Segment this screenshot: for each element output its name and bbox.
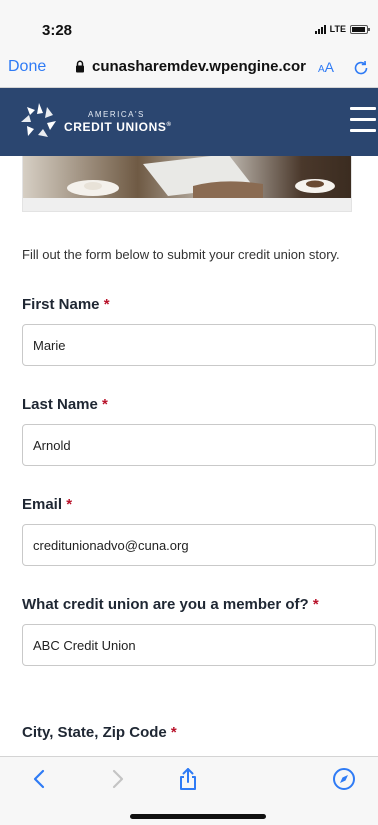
email-input[interactable] [23, 525, 375, 565]
done-button[interactable]: Done [8, 58, 46, 76]
site-header: AMERICA'S CREDIT UNIONS® [0, 88, 378, 156]
share-icon[interactable] [176, 767, 200, 791]
battery-icon [350, 24, 370, 34]
email-label: Email * [22, 496, 72, 513]
status-bar: 3:28 LTE [0, 0, 378, 48]
browser-toolbar [0, 756, 378, 825]
status-indicators: LTE [314, 24, 370, 34]
credit-union-input[interactable] [23, 625, 375, 665]
credit-union-label: What credit union are you a member of? * [22, 596, 319, 613]
browser-url-bar: Done cunasharemdev.wpengine.cor AA [0, 48, 378, 88]
city-state-zip-label-text: City, State, Zip Code [22, 724, 167, 741]
logo-line-1: AMERICA'S [88, 110, 145, 119]
compass-icon[interactable] [332, 767, 356, 791]
last-name-label: Last Name * [22, 396, 108, 413]
text-size-button[interactable]: AA [318, 59, 334, 75]
lock-icon [76, 60, 84, 73]
status-time: 3:28 [42, 22, 73, 39]
email-field[interactable] [22, 524, 376, 566]
required-marker: * [66, 496, 73, 513]
logo-line-2: CREDIT UNIONS® [64, 120, 172, 134]
first-name-field[interactable] [22, 324, 376, 366]
hero-photo-illustration [23, 156, 351, 211]
last-name-label-text: Last Name [22, 396, 98, 413]
city-state-zip-label: City, State, Zip Code * [22, 724, 177, 741]
hamburger-menu-icon[interactable] [350, 107, 376, 135]
form-intro-text: Fill out the form below to submit your c… [22, 247, 340, 262]
logo-line-2-text: CREDIT UNIONS [64, 120, 167, 134]
forward-icon[interactable] [105, 767, 129, 791]
signal-icon [314, 24, 326, 34]
required-marker: * [312, 596, 319, 613]
first-name-label-text: First Name [22, 296, 100, 313]
back-icon[interactable] [28, 767, 52, 791]
first-name-label: First Name * [22, 296, 110, 313]
last-name-field[interactable] [22, 424, 376, 466]
text-size-small-label: A [318, 64, 325, 75]
reload-icon[interactable] [352, 59, 370, 77]
home-indicator [130, 814, 266, 819]
required-marker: * [170, 724, 177, 741]
url-field[interactable]: cunasharemdev.wpengine.cor [92, 58, 314, 75]
text-size-large-label: A [324, 59, 335, 75]
registered-mark: ® [166, 122, 172, 128]
last-name-input[interactable] [23, 425, 375, 465]
credit-union-label-text: What credit union are you a member of? [22, 596, 309, 613]
credit-union-field[interactable] [22, 624, 376, 666]
required-marker: * [103, 296, 110, 313]
network-label: LTE [329, 24, 346, 34]
email-label-text: Email [22, 496, 63, 513]
hero-image [22, 156, 352, 212]
required-marker: * [102, 396, 108, 413]
first-name-input[interactable] [23, 325, 375, 365]
star-logo-icon[interactable] [18, 101, 60, 141]
page-content: Fill out the form below to submit your c… [0, 156, 378, 756]
